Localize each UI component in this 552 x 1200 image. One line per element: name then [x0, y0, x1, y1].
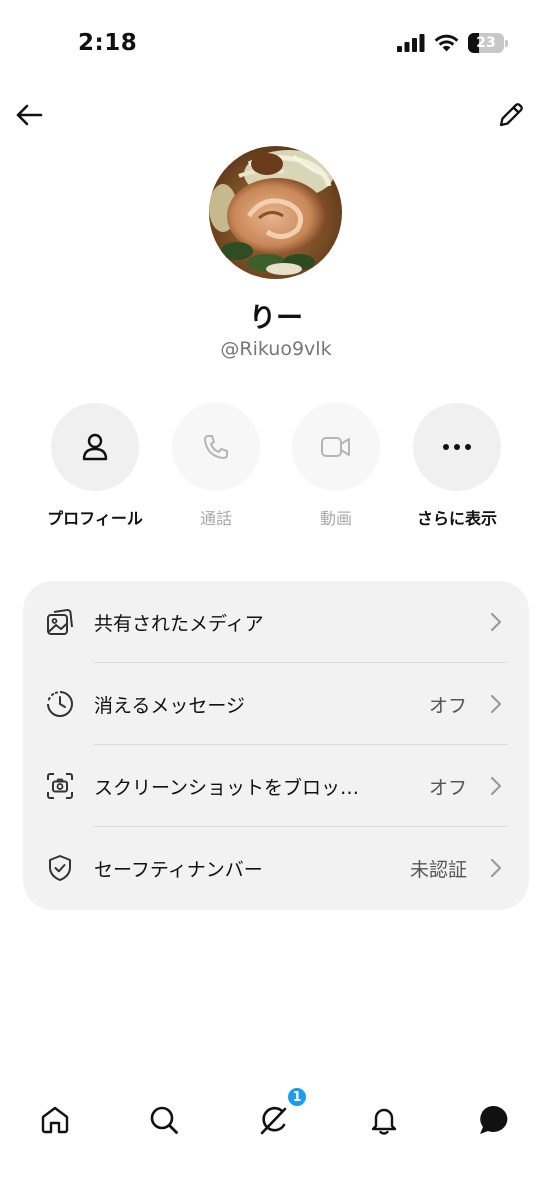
shared-media-label: 共有されたメディア	[94, 612, 264, 635]
search-icon	[150, 1106, 178, 1134]
call-button-circle	[172, 403, 260, 491]
tab-search[interactable]	[144, 1100, 184, 1140]
edit-button[interactable]	[494, 98, 528, 132]
tab-home[interactable]	[35, 1100, 75, 1140]
battery-level: 23	[476, 35, 496, 51]
disappearing-messages-row[interactable]: 消えるメッセージ オフ	[23, 663, 529, 745]
avatar-image	[209, 146, 342, 279]
home-icon	[41, 1106, 69, 1134]
notification-badge: 1	[286, 1086, 308, 1108]
person-icon	[82, 433, 108, 461]
chevron-right-icon	[490, 858, 502, 878]
status-icons: 23	[397, 33, 508, 53]
profile-handle: @Rikuo9vlk	[220, 338, 332, 360]
disappearing-messages-label: 消えるメッセージ	[94, 694, 246, 717]
block-screenshots-row[interactable]: スクリーンショットをブロッ… オフ	[23, 745, 529, 827]
battery-icon: 23	[468, 33, 508, 53]
messages-icon	[480, 1105, 508, 1134]
status-time: 2:18	[78, 30, 138, 56]
screenshot-icon	[45, 771, 75, 801]
settings-card: 共有されたメディア 消えるメッセージ オフ スクリーンショットをブロッ… オフ …	[23, 581, 529, 910]
profile-button-label: プロフィール	[47, 509, 143, 528]
tab-bar: 1	[0, 1086, 552, 1150]
video-button-circle	[292, 403, 380, 491]
chevron-right-icon	[490, 612, 502, 632]
chat-info-screen: 2:18 23 りー @Rikuo9vlk プロフィール 通話 動画 さらに表示…	[0, 0, 552, 1200]
timer-icon	[45, 689, 75, 719]
more-button[interactable]: さらに表示	[402, 403, 512, 529]
video-button-label: 動画	[319, 509, 352, 528]
profile-name: りー	[249, 303, 303, 334]
tab-notifications[interactable]	[364, 1100, 404, 1140]
back-button[interactable]	[12, 98, 46, 132]
safety-number-row[interactable]: セーフティナンバー 未認証	[23, 827, 529, 909]
profile-button-circle	[51, 403, 139, 491]
arrow-left-icon	[16, 104, 43, 126]
shield-check-icon	[45, 853, 75, 883]
tab-grok[interactable]: 1	[254, 1086, 308, 1140]
grok-icon	[260, 1106, 287, 1135]
disappearing-messages-value: オフ	[428, 694, 467, 717]
block-screenshots-label: スクリーンショットをブロッ…	[94, 776, 360, 799]
bell-icon	[371, 1108, 397, 1135]
signal-icon	[397, 34, 425, 52]
status-bar: 2:18 23	[0, 0, 552, 90]
avatar[interactable]	[209, 146, 342, 279]
video-icon	[321, 437, 350, 457]
video-button[interactable]: 動画	[281, 403, 391, 529]
more-button-label: さらに表示	[416, 509, 497, 528]
wifi-icon	[434, 34, 459, 52]
shared-media-row[interactable]: 共有されたメディア	[23, 581, 529, 663]
profile-button[interactable]: プロフィール	[40, 403, 150, 529]
media-icon	[45, 607, 75, 637]
more-icon	[443, 444, 471, 450]
safety-number-value: 未認証	[409, 858, 467, 881]
call-button-label: 通話	[199, 509, 232, 528]
chevron-right-icon	[490, 694, 502, 714]
tab-messages[interactable]	[474, 1100, 514, 1140]
phone-icon	[204, 435, 228, 459]
safety-number-label: セーフティナンバー	[94, 858, 263, 881]
block-screenshots-value: オフ	[428, 776, 467, 799]
chevron-right-icon	[490, 776, 502, 796]
pencil-icon	[499, 103, 523, 127]
more-button-circle	[413, 403, 501, 491]
call-button[interactable]: 通話	[161, 403, 271, 529]
